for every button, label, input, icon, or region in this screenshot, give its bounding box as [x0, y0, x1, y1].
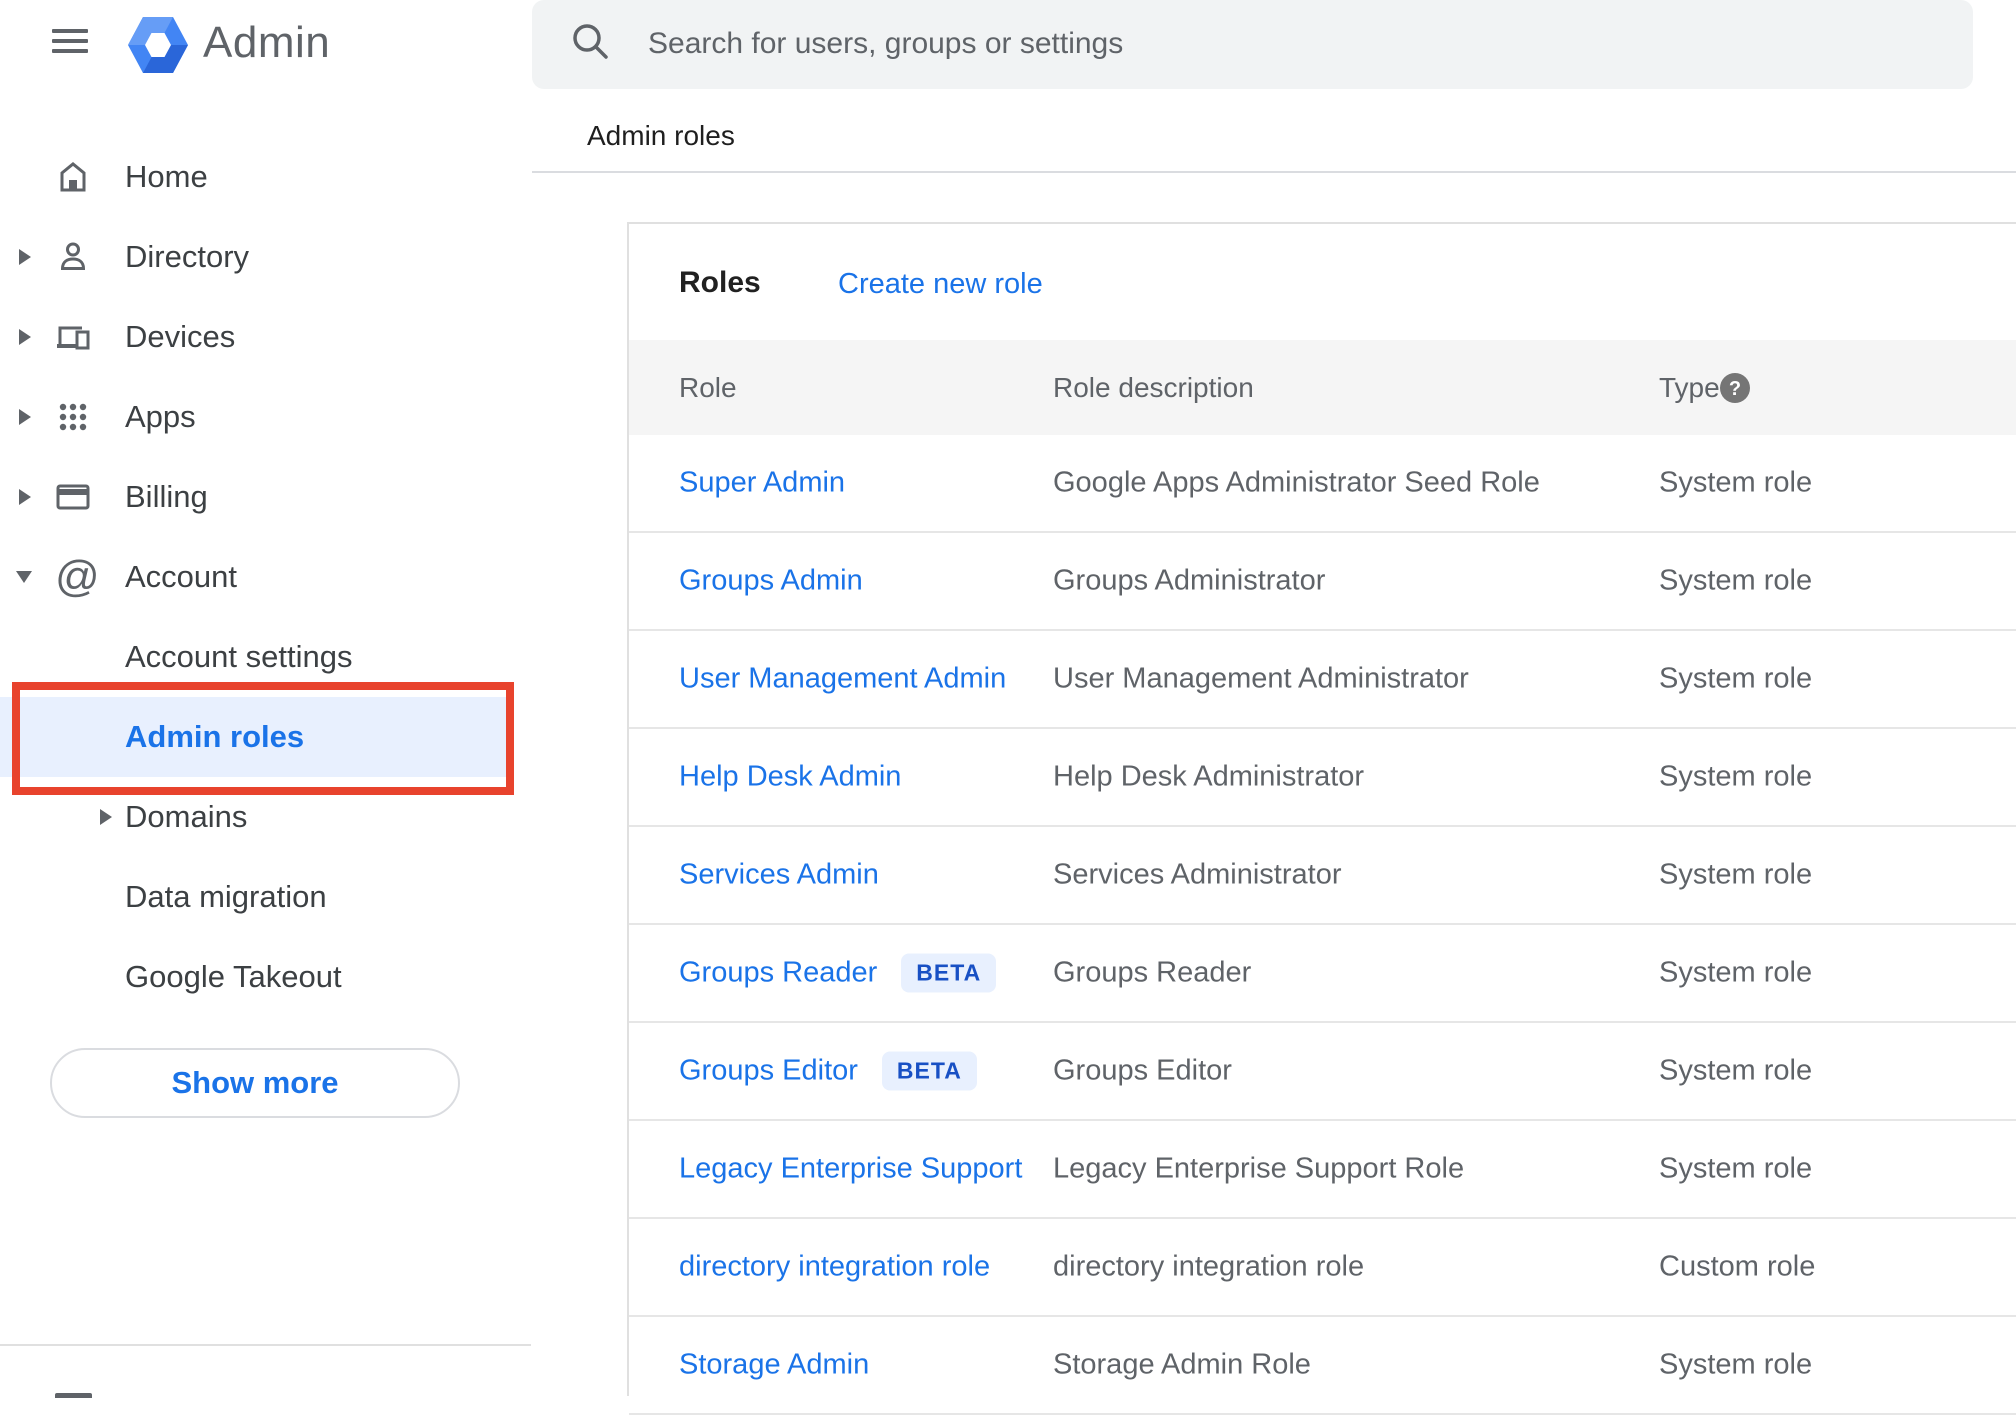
role-type: System role [1659, 760, 1813, 793]
role-name-link[interactable]: Storage Admin [679, 1349, 869, 1382]
sidebar-item-directory[interactable]: Directory [0, 217, 531, 297]
sidebar-item-label: Data migration [125, 879, 327, 914]
devices-icon [57, 326, 90, 350]
column-header-type: Type [1659, 371, 1720, 403]
at-sign-icon: @ [55, 552, 100, 601]
role-description: Help Desk Administrator [1053, 760, 1365, 793]
role-name-link[interactable]: Super Admin [679, 467, 845, 500]
table-row: Services Admin Services Administrator Sy… [629, 827, 2016, 925]
search-icon [573, 24, 608, 59]
table-row: Groups Editor BETA Groups Editor System r… [629, 1023, 2016, 1121]
sidebar-item-devices[interactable]: Devices [0, 297, 531, 377]
role-name-link[interactable]: Groups Admin [679, 565, 863, 598]
role-type: System role [1659, 858, 1813, 891]
sidebar-item-account-settings[interactable]: Account settings [0, 617, 531, 697]
table-header-row: Role Role description Type ? [629, 340, 2016, 435]
google-admin-logo-icon [128, 17, 188, 73]
sidebar-item-google-takeout[interactable]: Google Takeout [0, 937, 531, 1017]
person-icon [60, 242, 86, 270]
sidebar-item-label: Billing [125, 479, 208, 514]
sidebar-item-billing[interactable]: Billing [0, 457, 531, 537]
sidebar-item-label: Google Takeout [125, 959, 342, 994]
role-name-link[interactable]: directory integration role [679, 1251, 990, 1284]
role-name-link[interactable]: Help Desk Admin [679, 761, 901, 794]
role-type: System role [1659, 564, 1813, 597]
role-type: System role [1659, 1054, 1813, 1087]
role-description: directory integration role [1053, 1250, 1365, 1283]
role-type: System role [1659, 1348, 1813, 1381]
sidebar-item-label: Account [125, 559, 238, 594]
sidebar-item-account[interactable]: @ Account [0, 537, 531, 617]
role-description: Services Administrator [1053, 858, 1342, 891]
sidebar-item-label: Devices [125, 319, 236, 354]
product-name: Admin [203, 18, 331, 67]
header-divider [532, 171, 2016, 173]
role-description: Groups Editor [1053, 1054, 1232, 1087]
roles-table-body: Super Admin Google Apps Administrator Se… [629, 435, 2016, 1415]
breadcrumb: Admin roles [587, 120, 735, 151]
sidebar-item-admin-roles[interactable]: Admin roles [0, 697, 531, 777]
sidebar-item-apps[interactable]: Apps [0, 377, 531, 457]
sidebar-item-domains[interactable]: Domains [0, 777, 531, 857]
sidebar-item-data-migration[interactable]: Data migration [0, 857, 531, 937]
roles-card: Roles Create new role Role Role descript… [627, 222, 2016, 1415]
role-name-link[interactable]: Services Admin [679, 859, 879, 892]
search-input[interactable] [648, 14, 1888, 74]
table-row: Legacy Enterprise Support Legacy Enterpr… [629, 1121, 2016, 1219]
create-new-role-link[interactable]: Create new role [838, 268, 1043, 301]
role-type: System role [1659, 1152, 1813, 1185]
app-header: Admin [0, 0, 531, 90]
role-description: Groups Administrator [1053, 564, 1326, 597]
sidebar-item-label: Admin roles [125, 719, 305, 754]
role-name-link[interactable]: Groups Reader BETA [679, 953, 997, 993]
table-row: Groups Admin Groups Administrator System… [629, 533, 2016, 631]
role-type: System role [1659, 662, 1813, 695]
apps-grid-icon [59, 403, 87, 431]
role-type: System role [1659, 466, 1813, 499]
sidebar-item-home[interactable]: Home [0, 137, 531, 217]
expand-arrow-icon[interactable] [19, 489, 31, 505]
table-row: Super Admin Google Apps Administrator Se… [629, 435, 2016, 533]
sidebar-item-label: Domains [125, 799, 248, 834]
expand-arrow-icon[interactable] [19, 409, 31, 425]
role-description: Groups Reader [1053, 956, 1252, 989]
sidebar-item-label: Apps [125, 399, 196, 434]
menu-hamburger-icon[interactable] [52, 29, 88, 53]
sidebar: Admin Home Directory Devices Apps Billin… [0, 0, 531, 1398]
beta-badge: BETA [881, 1051, 977, 1091]
role-description: Google Apps Administrator Seed Role [1053, 466, 1540, 499]
table-row: directory integration role directory int… [629, 1219, 2016, 1317]
collapse-arrow-icon[interactable] [16, 571, 32, 583]
expand-arrow-icon[interactable] [100, 809, 112, 825]
expand-arrow-icon[interactable] [19, 249, 31, 265]
role-type: System role [1659, 956, 1813, 989]
table-row: Help Desk Admin Help Desk Administrator … [629, 729, 2016, 827]
credit-card-icon [56, 484, 90, 510]
help-icon[interactable]: ? [1719, 372, 1751, 404]
role-description: User Management Administrator [1053, 662, 1469, 695]
sidebar-item-label: Home [125, 159, 208, 194]
role-name-link[interactable]: Legacy Enterprise Support [679, 1153, 1022, 1186]
table-row: Storage Admin Storage Admin Role System … [629, 1317, 2016, 1415]
sidebar-item-label: Account settings [125, 639, 353, 674]
sidebar-item-label: Directory [125, 239, 250, 274]
table-row: User Management Admin User Management Ad… [629, 631, 2016, 729]
table-row: Groups Reader BETA Groups Reader System r… [629, 925, 2016, 1023]
column-header-role-description: Role description [1053, 371, 1254, 403]
roles-card-title: Roles [679, 266, 761, 299]
role-name-link[interactable]: Groups Editor BETA [679, 1051, 977, 1091]
role-type: Custom role [1659, 1250, 1816, 1283]
role-name-link[interactable]: User Management Admin [679, 663, 1006, 696]
column-header-role: Role [679, 371, 737, 403]
home-icon [60, 162, 86, 192]
role-description: Storage Admin Role [1053, 1348, 1311, 1381]
expand-arrow-icon[interactable] [19, 329, 31, 345]
show-more-button[interactable]: Show more [50, 1048, 460, 1118]
beta-badge: BETA [901, 953, 997, 993]
sidebar-divider [0, 1344, 531, 1346]
svg-text:?: ? [1729, 378, 1741, 400]
role-description: Legacy Enterprise Support Role [1053, 1152, 1465, 1185]
